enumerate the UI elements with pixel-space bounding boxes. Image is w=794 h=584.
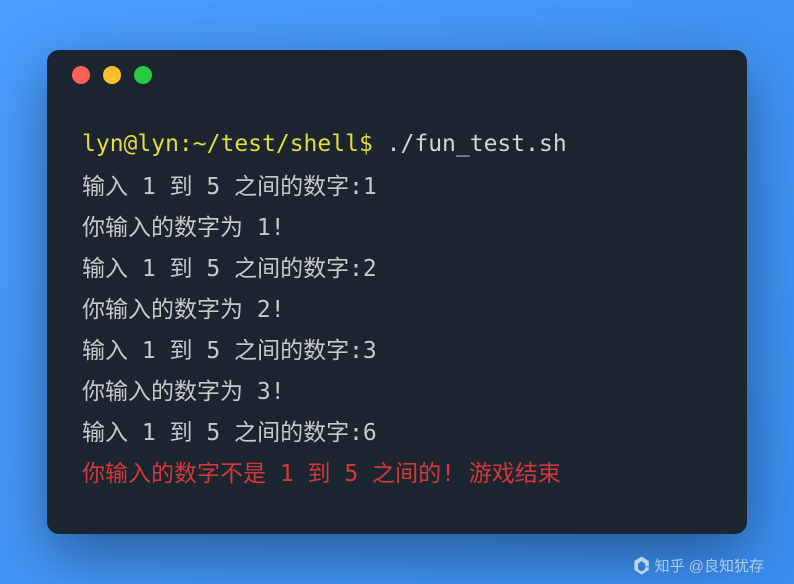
command-text: ./fun_test.sh	[387, 131, 567, 157]
output-line: 输入 1 到 5 之间的数字:3	[82, 332, 712, 371]
output-line: 输入 1 到 5 之间的数字:1	[82, 168, 712, 207]
watermark-text: 知乎 @良知犹存	[655, 555, 764, 576]
zhihu-icon	[633, 557, 651, 575]
minimize-icon[interactable]	[103, 66, 121, 84]
output-line: 你输入的数字为 3!	[82, 373, 712, 412]
output-line: 输入 1 到 5 之间的数字:2	[82, 250, 712, 289]
shell-prompt: lyn@lyn:~/test/shell$	[82, 131, 373, 157]
terminal-window: lyn@lyn:~/test/shell$ ./fun_test.sh 输入 1…	[47, 50, 747, 535]
close-icon[interactable]	[72, 66, 90, 84]
error-output: 你输入的数字不是 1 到 5 之间的! 游戏结束	[82, 455, 712, 494]
output-line: 你输入的数字为 1!	[82, 209, 712, 248]
maximize-icon[interactable]	[134, 66, 152, 84]
title-bar	[47, 50, 747, 100]
watermark: 知乎 @良知犹存	[633, 555, 764, 576]
output-line: 你输入的数字为 2!	[82, 291, 712, 330]
output-line: 输入 1 到 5 之间的数字:6	[82, 414, 712, 453]
prompt-line: lyn@lyn:~/test/shell$ ./fun_test.sh	[82, 125, 712, 164]
terminal-body[interactable]: lyn@lyn:~/test/shell$ ./fun_test.sh 输入 1…	[47, 100, 747, 535]
